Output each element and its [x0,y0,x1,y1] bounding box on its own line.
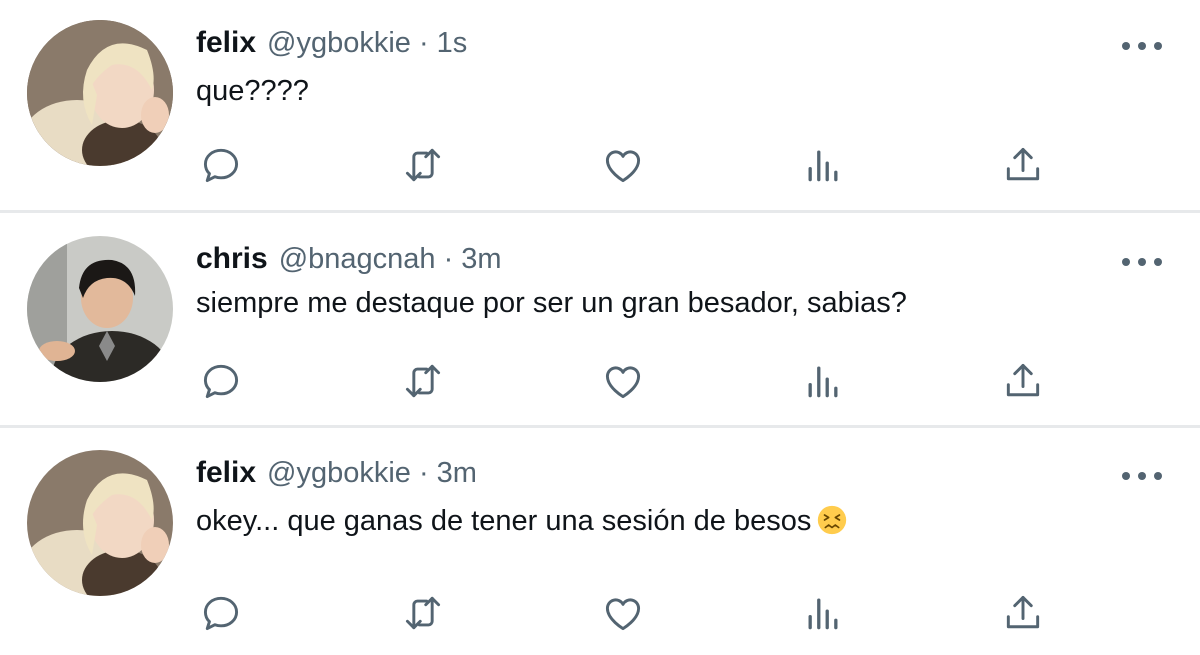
tweet-feed: felix @ygbokkie · 1s que???? chris @bnag… [0,0,1200,655]
display-name[interactable]: chris [196,242,268,276]
reply-icon[interactable] [196,356,246,406]
views-icon[interactable] [798,140,848,190]
tweet-text-content: okey... que ganas de tener una sesión de… [196,505,812,537]
retweet-icon[interactable] [398,140,448,190]
share-icon[interactable] [998,356,1048,406]
retweet-icon[interactable] [398,356,448,406]
tweet-actions [0,588,1200,638]
user-handle[interactable]: @bnagcnah [279,243,436,276]
timestamp[interactable]: 3m [437,457,477,490]
divider [0,425,1200,428]
heart-icon[interactable] [598,356,648,406]
tweet[interactable]: felix @ygbokkie · 1s que???? [0,0,1200,212]
timestamp[interactable]: 3m [461,243,501,276]
more-icon[interactable] [1122,38,1162,54]
views-icon[interactable] [798,356,848,406]
share-icon[interactable] [998,140,1048,190]
share-icon[interactable] [998,588,1048,638]
timestamp[interactable]: 1s [437,27,468,60]
tweet-text: siempre me destaque por ser un gran besa… [196,287,907,319]
avatar[interactable] [27,450,173,596]
tweet-header: felix @ygbokkie · 3m [196,456,477,496]
separator: · [418,457,429,489]
tweet[interactable]: chris @bnagcnah · 3m siempre me destaque… [0,214,1200,426]
display-name[interactable]: felix [196,456,256,490]
reply-icon[interactable] [196,140,246,190]
confounded-face-emoji [818,505,847,535]
more-icon[interactable] [1122,254,1162,270]
tweet-header: felix @ygbokkie · 1s [196,26,467,66]
tweet-text: que???? [196,75,309,107]
tweet-actions [0,356,1200,406]
tweet-header: chris @bnagcnah · 3m [196,242,502,282]
more-icon[interactable] [1122,468,1162,484]
display-name[interactable]: felix [196,26,256,60]
user-handle[interactable]: @ygbokkie [267,27,411,60]
reply-icon[interactable] [196,588,246,638]
separator: · [443,243,454,275]
heart-icon[interactable] [598,140,648,190]
divider [0,210,1200,213]
tweet-text: okey... que ganas de tener una sesión de… [196,505,847,538]
separator: · [418,27,429,59]
retweet-icon[interactable] [398,588,448,638]
heart-icon[interactable] [598,588,648,638]
tweet-actions [0,140,1200,190]
tweet[interactable]: felix @ygbokkie · 3m okey... que ganas d… [0,430,1200,642]
views-icon[interactable] [798,588,848,638]
profile-photo [27,450,173,596]
user-handle[interactable]: @ygbokkie [267,457,411,490]
